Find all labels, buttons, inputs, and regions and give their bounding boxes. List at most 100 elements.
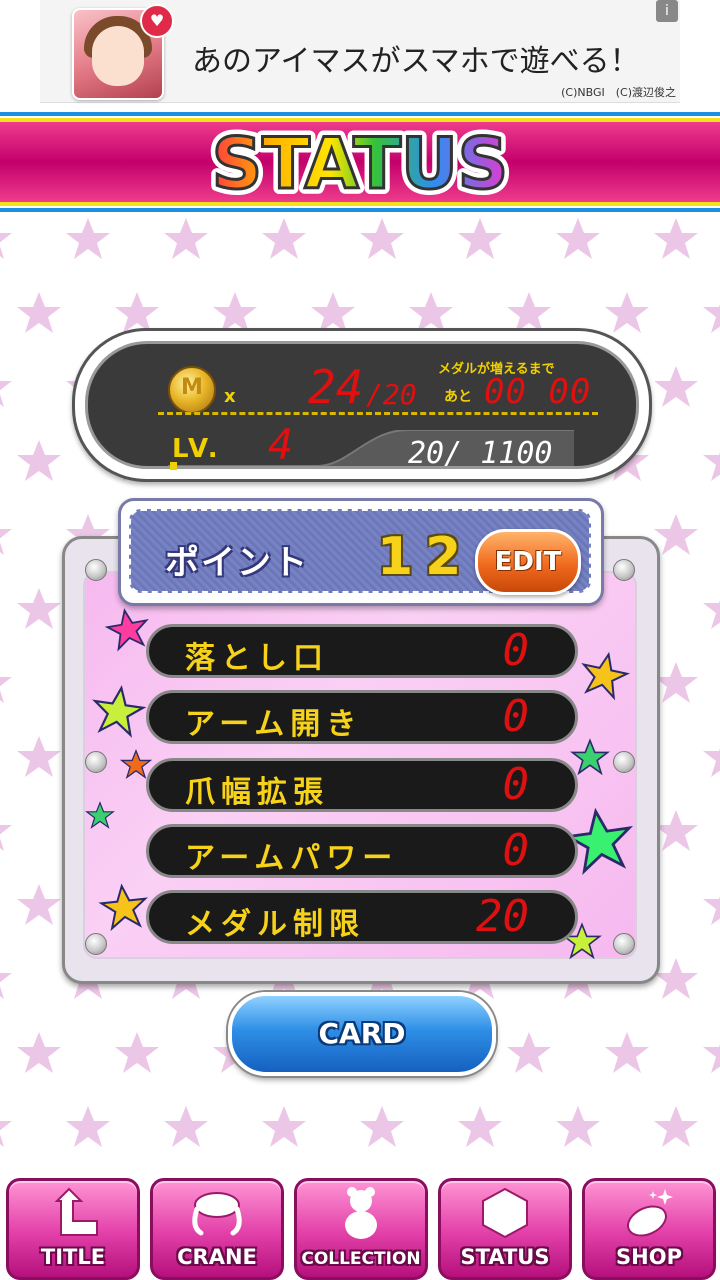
background-star [703,1032,720,1073]
background-star [0,810,12,851]
background-star [654,958,698,999]
background-star [66,1106,110,1147]
background-star [360,1106,404,1147]
nav-collection-button[interactable]: COLLECTION [294,1178,428,1280]
nav-label: CRANE [177,1245,257,1269]
background-star [164,218,208,259]
background-star [703,588,720,629]
nav-label: TITLE [40,1245,106,1269]
nav-label: COLLECTION [301,1249,421,1269]
background-star [311,292,355,333]
background-star [703,884,720,925]
bolt-icon [613,559,635,581]
background-star [703,440,720,481]
points-header: ポイント 12 EDIT [118,498,604,606]
medal-coin-icon: M [168,366,216,414]
background-star [0,514,12,555]
background-star [0,1106,12,1147]
remaining-label: あと [444,389,472,405]
background-star [556,218,600,259]
level-value: 4 [268,420,294,469]
medal-multiplier: x [224,386,236,407]
skill-value: 0 [502,691,530,742]
background-star [654,366,698,407]
ad-copyright: (C)NBGI (C)渡辺俊之 [561,86,676,99]
bolt-icon [85,559,107,581]
ad-banner[interactable]: ♥ あのアイマスがスマホで遊べる！ (C)NBGI (C)渡辺俊之 i [40,0,680,103]
exp-fill [170,462,177,470]
background-star [409,292,453,333]
bolt-icon [613,933,635,955]
skill-value: 0 [502,759,530,810]
background-star [17,440,61,481]
bear-figure-icon [345,1187,377,1239]
info-icon[interactable]: i [656,0,678,22]
nav-crane-button[interactable]: CRANE [150,1178,284,1280]
skill-name: アーム開き [185,707,363,742]
background-star [262,218,306,259]
page-title: STATUS STATUS [170,114,550,211]
background-star [703,292,720,333]
edit-button[interactable]: EDIT [475,529,581,595]
level-label: LV. [172,434,221,464]
page-title-text: STATUS [212,123,508,205]
background-star [115,1032,159,1073]
coin-sparkle-icon [627,1189,673,1237]
background-star [0,662,12,703]
background-star [164,1106,208,1147]
skill-value: 20 [476,891,529,942]
background-star [17,1032,61,1073]
background-star [703,736,720,777]
skill-value: 0 [502,625,530,676]
background-star [458,218,502,259]
bolt-icon [85,751,107,773]
exp-text: 20/ 1100 [408,436,553,471]
bolt-icon [613,751,635,773]
nav-title-button[interactable]: TITLE [6,1178,140,1280]
background-star [17,736,61,777]
medal-max: /20 [366,378,417,411]
background-star [654,662,698,703]
skill-value: 0 [502,825,530,876]
background-star [17,884,61,925]
return-arrow-icon [54,1187,98,1236]
hexagon-icon [482,1187,528,1239]
background-star [507,292,551,333]
background-star [66,218,110,259]
medal-timer: 00 00 [484,372,592,412]
background-star [213,292,257,333]
points-value: 12 [377,527,474,587]
skill-row-arm-power: アームパワー 0 [146,824,578,878]
skill-name: メダル制限 [185,907,365,942]
status-header: STATUS STATUS [0,112,720,212]
bolt-icon [85,933,107,955]
nav-label: SHOP [616,1245,682,1269]
skill-row-claw-width: 爪幅拡張 0 [146,758,578,812]
background-star [115,292,159,333]
background-star [654,810,698,851]
skill-name: 爪幅拡張 [185,775,329,810]
nav-status-button[interactable]: STATUS [438,1178,572,1280]
background-star [605,1032,649,1073]
background-star [17,292,61,333]
skill-row-arm-open: アーム開き 0 [146,690,578,744]
background-star [556,1106,600,1147]
skill-row-drop-hole: 落とし口 0 [146,624,578,678]
nav-label: STATUS [460,1245,550,1269]
background-star [0,958,12,999]
skill-name: 落とし口 [185,641,329,676]
background-star [507,1032,551,1073]
background-star [654,514,698,555]
crane-claw-icon [192,1192,242,1236]
points-header-inner: ポイント 12 EDIT [129,509,591,595]
card-button[interactable]: CARD [228,992,496,1076]
background-star [262,1106,306,1147]
background-star [0,366,12,407]
nav-shop-button[interactable]: SHOP [582,1178,716,1280]
background-star [360,218,404,259]
status-panel: M x 24 /20 メダルが増えるまで あと 00 00 LV. 4 20/ … [72,328,652,482]
background-star [654,218,698,259]
background-star [17,588,61,629]
background-star [458,1106,502,1147]
ad-headline[interactable]: あのアイマスがスマホで遊べる！ [192,36,640,80]
